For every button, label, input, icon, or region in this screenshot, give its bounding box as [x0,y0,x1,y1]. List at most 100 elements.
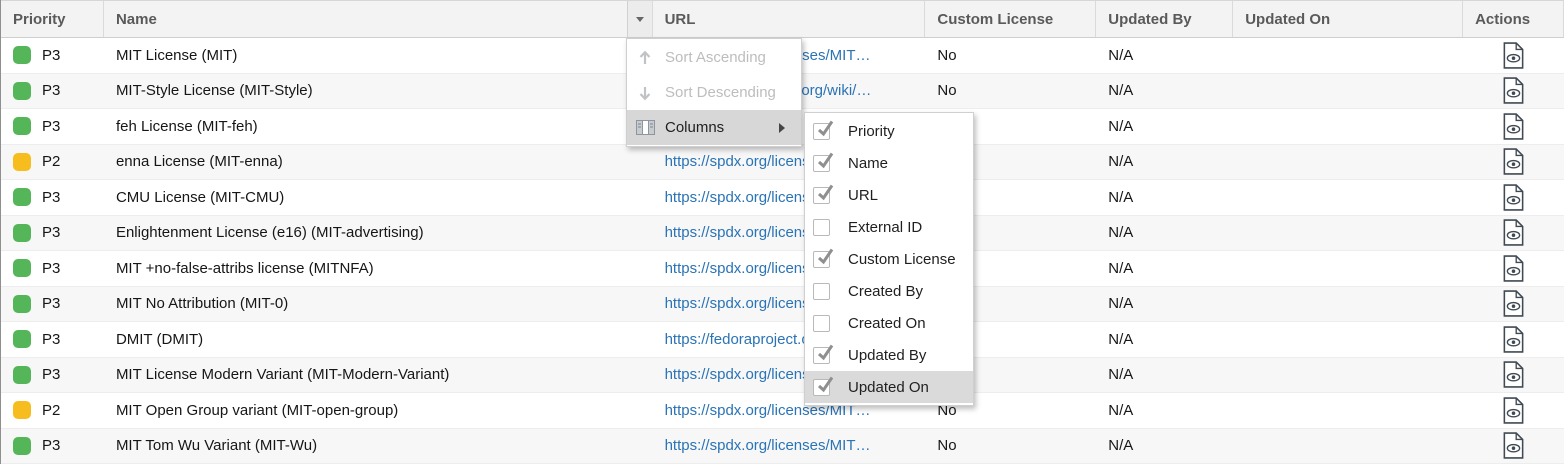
checkbox-unchecked-icon[interactable] [813,283,830,300]
column-toggle-label: Created By [848,283,923,300]
priority-cell: P3 [1,322,104,357]
priority-label: P3 [42,224,60,241]
table-row[interactable]: P3MIT License Modern Variant (MIT-Modern… [1,358,1564,394]
table-row[interactable]: P3DMIT (DMIT)https://fedoraproject.org/w… [1,322,1564,358]
sort-descending-icon [637,85,653,101]
priority-badge [13,117,31,135]
checkbox-checked-icon[interactable] [813,123,830,140]
priority-cell: P3 [1,74,104,109]
column-toggle-url[interactable]: URL [805,179,973,211]
license-name-cell: MIT +no-false-attribs license (MITNFA) [104,251,653,286]
priority-cell: P3 [1,38,104,73]
column-toggle-priority[interactable]: Priority [805,115,973,147]
view-document-eye-icon [1502,184,1525,211]
menu-item-label: Sort Ascending [665,49,766,66]
column-menu-trigger[interactable] [627,1,652,37]
checkbox-unchecked-icon[interactable] [813,219,830,236]
url-cell: https://spdx.org/licenses/MIT… [653,429,926,464]
priority-cell: P2 [1,145,104,180]
view-details-button[interactable] [1502,432,1525,459]
actions-cell [1463,429,1564,464]
checkbox-checked-icon[interactable] [813,187,830,204]
column-header-actions[interactable]: Actions [1463,1,1564,37]
menu-item-columns[interactable]: Columns [627,110,801,145]
actions-cell [1463,322,1564,357]
column-header-label: Updated By [1108,11,1191,28]
view-details-button[interactable] [1502,148,1525,175]
priority-badge [13,401,31,419]
table-row[interactable]: P2enna License (MIT-enna)https://spdx.or… [1,145,1564,181]
priority-cell: P3 [1,287,104,322]
column-header-updated-by[interactable]: Updated By [1096,1,1233,37]
view-details-button[interactable] [1502,184,1525,211]
view-details-button[interactable] [1502,77,1525,104]
view-document-eye-icon [1502,255,1525,282]
licenses-grid: PriorityNameURLCustom LicenseUpdated ByU… [0,0,1564,464]
table-row[interactable]: P3CMU License (MIT-CMU)https://spdx.org/… [1,180,1564,216]
updated-on-cell [1233,216,1463,251]
license-name-cell: MIT License Modern Variant (MIT-Modern-V… [104,358,653,393]
priority-label: P3 [42,260,60,277]
view-document-eye-icon [1502,219,1525,246]
view-document-eye-icon [1502,361,1525,388]
priority-cell: P3 [1,251,104,286]
checkbox-checked-icon[interactable] [813,347,830,364]
sort-ascending-icon [637,50,653,66]
updated-by-cell: N/A [1096,216,1233,251]
column-toggle-created-on[interactable]: Created On [805,307,973,339]
column-header-label: Name [116,11,157,28]
view-details-button[interactable] [1502,326,1525,353]
checkbox-checked-icon[interactable] [813,155,830,172]
view-document-eye-icon [1502,326,1525,353]
column-header-updated-on[interactable]: Updated On [1233,1,1463,37]
view-details-button[interactable] [1502,290,1525,317]
updated-on-cell [1233,145,1463,180]
updated-on-cell [1233,287,1463,322]
column-toggle-label: Priority [848,123,895,140]
view-details-button[interactable] [1502,397,1525,424]
priority-cell: P3 [1,216,104,251]
table-row[interactable]: P3MIT No Attribution (MIT-0)https://spdx… [1,287,1564,323]
view-details-button[interactable] [1502,219,1525,246]
checkbox-checked-icon[interactable] [813,251,830,268]
checkbox-checked-icon[interactable] [813,379,830,396]
view-document-eye-icon [1502,148,1525,175]
column-toggle-updated-on[interactable]: Updated On [805,371,973,403]
table-row[interactable]: P3 MIT +no-false-attribs license (MITNFA)… [1,251,1564,287]
column-toggle-label: Created On [848,315,926,332]
column-toggle-custom-license[interactable]: Custom License [805,243,973,275]
checkbox-unchecked-icon[interactable] [813,315,830,332]
column-toggle-created-by[interactable]: Created By [805,275,973,307]
view-details-button[interactable] [1502,113,1525,140]
view-details-button[interactable] [1502,255,1525,282]
column-toggle-external-id[interactable]: External ID [805,211,973,243]
menu-item-sort-ascending[interactable]: Sort Ascending [627,40,801,75]
priority-badge [13,46,31,64]
table-row[interactable]: P3MIT Tom Wu Variant (MIT-Wu)https://spd… [1,429,1564,464]
column-header-url[interactable]: URL [653,1,926,37]
menu-item-sort-descending[interactable]: Sort Descending [627,75,801,110]
updated-by-cell: N/A [1096,145,1233,180]
license-name-cell: MIT Tom Wu Variant (MIT-Wu) [104,429,653,464]
column-header-name[interactable]: Name [104,1,653,37]
column-toggle-name[interactable]: Name [805,147,973,179]
url-link[interactable]: https://spdx.org/licenses/MIT… [665,437,871,454]
updated-by-cell: N/A [1096,180,1233,215]
column-header-priority[interactable]: Priority [1,1,104,37]
view-details-button[interactable] [1502,361,1525,388]
column-toggle-updated-by[interactable]: Updated By [805,339,973,371]
submenu-arrow-icon [779,123,790,133]
custom-license-cell: No [925,38,1096,73]
updated-by-cell: N/A [1096,38,1233,73]
column-header-custom-license[interactable]: Custom License [925,1,1096,37]
sort-ascending-icon-wrap [635,48,655,68]
table-row[interactable]: P3Enlightenment License (e16) (MIT-adver… [1,216,1564,252]
priority-badge [13,153,31,171]
priority-badge [13,259,31,277]
priority-cell: P2 [1,393,104,428]
view-details-button[interactable] [1502,42,1525,69]
table-row[interactable]: P2MIT Open Group variant (MIT-open-group… [1,393,1564,429]
column-header-label: Custom License [937,11,1053,28]
updated-by-cell: N/A [1096,251,1233,286]
priority-badge [13,82,31,100]
